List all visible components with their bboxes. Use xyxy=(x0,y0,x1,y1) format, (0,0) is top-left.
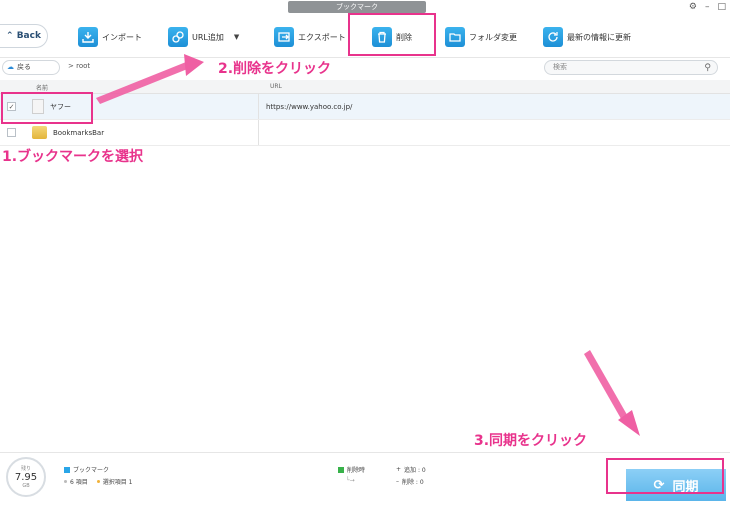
row-url: https://www.yahoo.co.jp/ xyxy=(266,102,353,111)
table-header: 名前 URL xyxy=(0,80,730,94)
nav-back-button[interactable]: ☁ 戻る xyxy=(2,60,60,75)
change-folder-button[interactable]: フォルダ変更 xyxy=(445,24,517,50)
search-icon[interactable]: ⚲ xyxy=(704,62,711,75)
arrow-to-sync xyxy=(584,350,630,424)
sync-delete-swatch xyxy=(338,466,344,473)
delete-highlight xyxy=(348,13,436,56)
step3-annotation: 3.同期をクリック xyxy=(474,433,588,449)
storage-gauge: 残り 7.95 GB xyxy=(6,457,46,497)
breadcrumb: > root xyxy=(68,62,91,70)
back-arrow-icon: ⌃ xyxy=(6,31,14,41)
minus-icon: – xyxy=(396,478,399,485)
settings-icon[interactable]: ⚙ xyxy=(689,2,697,12)
cloud-back-icon: ☁ xyxy=(7,63,14,71)
items-count: 6 項目 選択項目 1 xyxy=(64,477,132,486)
add-url-button[interactable]: URL追加 ▼ xyxy=(168,24,239,50)
bookmark-table: 名前 URL ✓ ヤフー https://www.yahoo.co.jp/ Bo… xyxy=(0,80,730,146)
header-name[interactable]: 名前 xyxy=(36,83,48,92)
refresh-icon xyxy=(543,27,563,47)
table-row[interactable]: BookmarksBar xyxy=(0,120,730,146)
sync-delete-legend: 削除時 xyxy=(338,465,365,474)
deleted-count: – 削除 : 0 xyxy=(396,478,424,486)
path-bar: ☁ 戻る > root 検索 ⚲ xyxy=(0,58,730,78)
export-icon xyxy=(274,27,294,47)
table-row[interactable]: ✓ ヤフー https://www.yahoo.co.jp/ xyxy=(0,94,730,120)
link-icon xyxy=(168,27,188,47)
minimize-icon[interactable]: – xyxy=(705,2,710,12)
arrow-to-sync-head xyxy=(618,410,640,436)
step1-annotation: 1.ブックマークを選択 xyxy=(2,149,144,165)
sync-highlight xyxy=(606,458,724,494)
window-title: ブックマーク xyxy=(288,1,426,13)
step2-annotation: 2.削除をクリック xyxy=(218,61,332,77)
back-button[interactable]: ⌃ Back xyxy=(0,24,48,48)
sync-arrow-icon: └→ xyxy=(346,477,355,484)
bookmark-legend-swatch xyxy=(64,466,70,473)
header-url[interactable]: URL xyxy=(270,83,282,90)
bookmark-legend: ブックマーク xyxy=(64,465,109,474)
maximize-icon[interactable]: □ xyxy=(717,2,726,12)
refresh-button[interactable]: 最新の情報に更新 xyxy=(543,24,631,50)
plus-icon: + xyxy=(396,466,402,473)
row-name: BookmarksBar xyxy=(53,128,105,137)
row-highlight xyxy=(1,92,93,124)
import-button[interactable]: インポート xyxy=(78,24,142,50)
added-count: + 追加 : 0 xyxy=(396,466,426,474)
export-button[interactable]: エクスポート xyxy=(274,24,346,50)
folder-icon xyxy=(32,126,47,139)
search-input[interactable]: 検索 ⚲ xyxy=(544,60,718,75)
title-bar: ブックマーク ⚙ – □ xyxy=(0,0,730,14)
import-icon xyxy=(78,27,98,47)
folder-edit-icon xyxy=(445,27,465,47)
row-checkbox[interactable] xyxy=(7,128,16,137)
chevron-down-icon[interactable]: ▼ xyxy=(234,33,239,41)
window-controls: ⚙ – □ xyxy=(689,1,726,13)
